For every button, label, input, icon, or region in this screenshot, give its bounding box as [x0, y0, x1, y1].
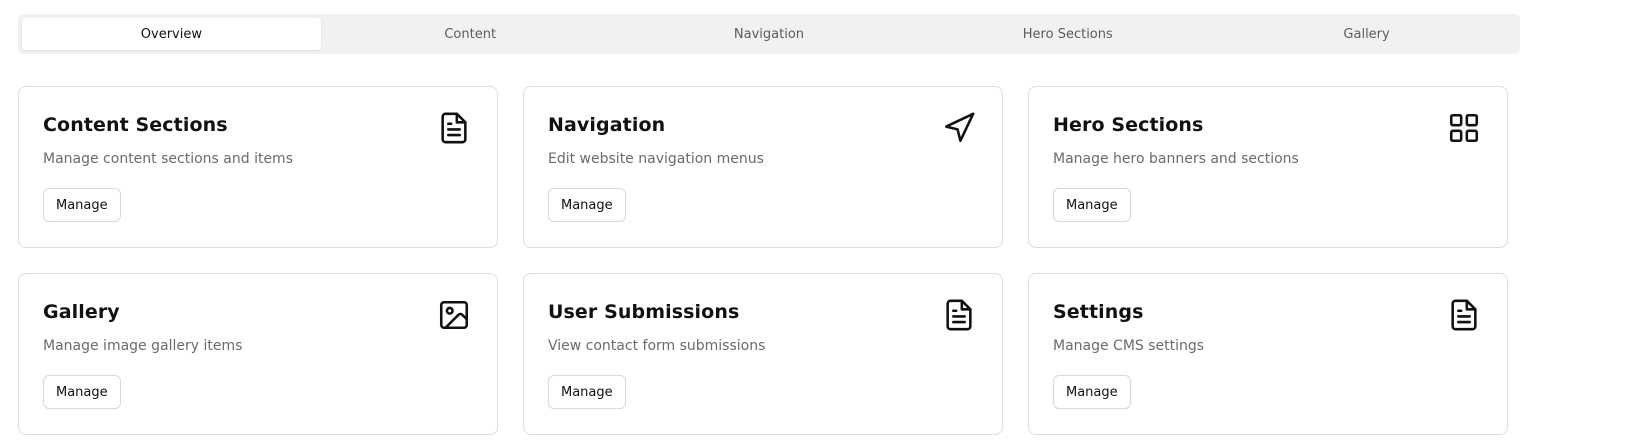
send-arrow-icon [942, 111, 976, 145]
card-settings: Settings Manage CMS settings Manage [1028, 273, 1508, 435]
layout-grid-icon [1447, 111, 1481, 145]
tab-bar: Overview Content Navigation Hero Section… [18, 14, 1520, 54]
file-text-icon [942, 298, 976, 332]
card-title: Gallery [43, 301, 120, 323]
card-description: View contact form submissions [548, 338, 766, 354]
manage-settings-button[interactable]: Manage [1053, 375, 1131, 409]
card-title: User Submissions [548, 301, 740, 323]
card-description: Manage hero banners and sections [1053, 151, 1299, 167]
tab-content[interactable]: Content [321, 18, 620, 50]
tab-overview[interactable]: Overview [22, 18, 321, 50]
card-title: Navigation [548, 114, 666, 136]
tab-gallery[interactable]: Gallery [1217, 18, 1516, 50]
card-description: Edit website navigation menus [548, 151, 764, 167]
card-grid: Content Sections Manage content sections… [18, 86, 1508, 435]
card-gallery: Gallery Manage image gallery items Manag… [18, 273, 498, 435]
card-title: Hero Sections [1053, 114, 1204, 136]
card-hero-sections: Hero Sections Manage hero banners and se… [1028, 86, 1508, 248]
file-text-icon [437, 111, 471, 145]
card-navigation: Navigation Edit website navigation menus… [523, 86, 1003, 248]
manage-gallery-button[interactable]: Manage [43, 375, 121, 409]
manage-navigation-button[interactable]: Manage [548, 188, 626, 222]
manage-user-submissions-button[interactable]: Manage [548, 375, 626, 409]
manage-content-sections-button[interactable]: Manage [43, 188, 121, 222]
manage-hero-sections-button[interactable]: Manage [1053, 188, 1131, 222]
tab-hero-sections[interactable]: Hero Sections [918, 18, 1217, 50]
card-description: Manage content sections and items [43, 151, 293, 167]
card-description: Manage image gallery items [43, 338, 243, 354]
image-icon [437, 298, 471, 332]
card-user-submissions: User Submissions View contact form submi… [523, 273, 1003, 435]
card-description: Manage CMS settings [1053, 338, 1205, 354]
card-title: Settings [1053, 301, 1144, 323]
card-content-sections: Content Sections Manage content sections… [18, 86, 498, 248]
file-text-icon [1447, 298, 1481, 332]
tab-navigation[interactable]: Navigation [620, 18, 919, 50]
card-title: Content Sections [43, 114, 228, 136]
